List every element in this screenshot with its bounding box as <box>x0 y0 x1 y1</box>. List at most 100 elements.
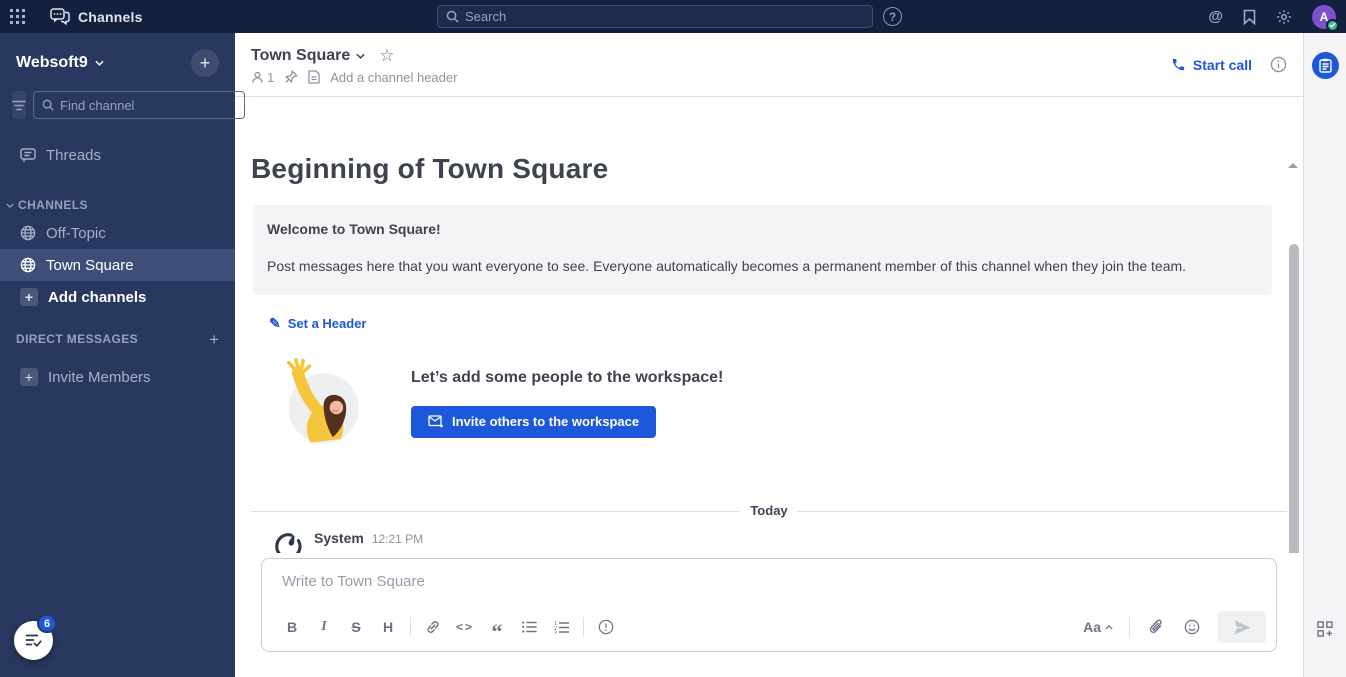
apps-grid-icon <box>9 9 25 24</box>
channel-filter-icon[interactable] <box>12 91 26 119</box>
chevron-down-icon <box>356 53 365 59</box>
add-channels-button[interactable]: + Add channels <box>0 281 235 313</box>
scrollbar-thumb[interactable] <box>1289 244 1299 553</box>
scroll-up-icon[interactable] <box>1288 163 1298 168</box>
link-icon <box>425 619 441 635</box>
user-avatar[interactable]: A <box>1312 4 1339 32</box>
onboarding-checklist-button[interactable]: 6 <box>14 614 57 660</box>
start-call-button[interactable]: Start call <box>1171 57 1252 73</box>
product-title: Channels <box>78 8 143 25</box>
add-apps-icon[interactable] <box>1317 621 1333 637</box>
toolbar-divider <box>1129 617 1130 637</box>
phone-icon <box>1171 57 1186 72</box>
heading-icon: H <box>382 619 394 635</box>
emoji-button[interactable] <box>1176 611 1208 643</box>
toolbar-divider <box>583 617 584 637</box>
bold-button[interactable]: B <box>276 611 308 643</box>
set-header-link[interactable]: ✎ Set a Header <box>269 316 367 331</box>
heading-button[interactable]: H <box>372 611 404 643</box>
chevron-down-icon <box>6 202 14 208</box>
left-sidebar: Websoft9 + Threads <box>0 33 245 677</box>
favorite-star-icon[interactable]: ☆ <box>379 47 394 64</box>
plus-box-icon: + <box>20 288 38 306</box>
message-composer: B I S H <> “ <box>261 558 1277 652</box>
sidebar-item-threads[interactable]: Threads <box>0 139 235 171</box>
bulleted-list-button[interactable] <box>513 611 545 643</box>
find-channel-input[interactable] <box>60 97 236 113</box>
search-input[interactable] <box>465 9 864 24</box>
italic-button[interactable]: I <box>308 611 340 643</box>
strikethrough-icon: S <box>351 619 361 635</box>
plus-box-icon: + <box>20 368 38 386</box>
welcome-title: Welcome to Town Square! <box>267 221 441 237</box>
message-priority-button[interactable] <box>590 611 622 643</box>
bold-icon: B <box>286 619 298 635</box>
message-list: Beginning of Town Square Welcome to Town… <box>235 97 1303 553</box>
paperclip-icon <box>1149 619 1163 635</box>
priority-icon <box>598 619 614 635</box>
boards-app-icon[interactable] <box>1312 52 1339 79</box>
settings-gear-icon[interactable] <box>1276 9 1292 25</box>
recent-mentions-icon[interactable]: @ <box>1208 8 1223 25</box>
app-bar <box>1303 33 1346 677</box>
online-status-badge <box>1326 18 1339 32</box>
message-timestamp: 12:21 PM <box>371 531 424 546</box>
channel-title: Town Square <box>251 46 351 64</box>
formatting-toolbar: B I S H <> “ 1 2 3 Aa <box>276 611 1266 643</box>
attach-file-button[interactable] <box>1140 611 1172 643</box>
product-switcher-button[interactable] <box>0 0 34 33</box>
send-plane-icon <box>1234 620 1251 635</box>
numbered-list-button[interactable]: 123 <box>545 611 577 643</box>
sidebar-item-town-square[interactable]: Town Square <box>0 249 235 281</box>
search-icon <box>446 10 459 23</box>
pencil-icon: ✎ <box>269 315 281 332</box>
channel-menu-button[interactable]: Town Square <box>251 47 365 65</box>
link-button[interactable] <box>417 611 449 643</box>
channel-view: Town Square ☆ 1 Add a channel header Sta… <box>235 33 1303 677</box>
system-avatar <box>274 532 303 553</box>
code-button[interactable]: <> <box>449 611 481 643</box>
member-person-icon <box>251 71 264 84</box>
envelope-plus-icon <box>428 415 444 428</box>
checklist-count-badge: 6 <box>37 614 57 633</box>
channels-category-header[interactable]: CHANNELS <box>0 193 235 217</box>
add-direct-message-button[interactable]: + <box>209 331 219 348</box>
emoji-smiley-icon <box>1184 619 1200 635</box>
invite-others-button[interactable]: Invite others to the workspace <box>411 405 657 438</box>
svg-text:3: 3 <box>554 630 557 634</box>
code-icon: <> <box>455 620 474 634</box>
add-channel-header-label[interactable]: Add a channel header <box>330 70 457 85</box>
pinned-posts-icon[interactable] <box>284 70 299 84</box>
member-count: 1 <box>267 69 275 85</box>
globe-icon <box>20 257 36 273</box>
welcome-body: Post messages here that you want everyon… <box>267 258 1187 274</box>
system-message: System 12:21 PM You joined the team. <box>274 530 1303 553</box>
team-menu-button[interactable]: Websoft9 <box>16 54 104 72</box>
add-channel-plus-button[interactable]: + <box>191 49 219 77</box>
channel-intro-heading: Beginning of Town Square <box>251 153 609 184</box>
saved-posts-bookmark-icon[interactable] <box>1243 9 1256 25</box>
direct-messages-category-header[interactable]: DIRECT MESSAGES + <box>0 327 235 351</box>
invite-members-button[interactable]: + Invite Members <box>0 361 235 393</box>
mattermost-app: Channels ? @ A <box>0 0 1346 677</box>
date-divider-label: Today <box>740 502 798 518</box>
global-header: Channels ? @ A <box>0 0 1346 33</box>
strikethrough-button[interactable]: S <box>340 611 372 643</box>
find-channel-box[interactable] <box>33 91 245 119</box>
format-toggle-button[interactable]: Aa <box>1077 619 1119 635</box>
sidebar-item-off-topic[interactable]: Off-Topic <box>0 217 235 249</box>
add-header-file-icon[interactable] <box>308 70 320 84</box>
quote-button[interactable]: “ <box>481 611 513 643</box>
threads-icon <box>20 147 36 163</box>
quote-icon: “ <box>491 618 503 644</box>
bulleted-list-icon <box>521 621 537 633</box>
send-message-button[interactable] <box>1218 611 1266 643</box>
numbered-list-icon: 123 <box>554 621 569 634</box>
channel-info-icon[interactable] <box>1270 56 1287 73</box>
global-search-box[interactable] <box>437 5 873 28</box>
channel-members-button[interactable]: 1 <box>251 70 274 85</box>
message-text: You joined the team. <box>314 551 441 553</box>
help-icon[interactable]: ? <box>883 7 902 26</box>
message-input[interactable] <box>282 573 1266 590</box>
channels-product-icon <box>50 8 70 25</box>
